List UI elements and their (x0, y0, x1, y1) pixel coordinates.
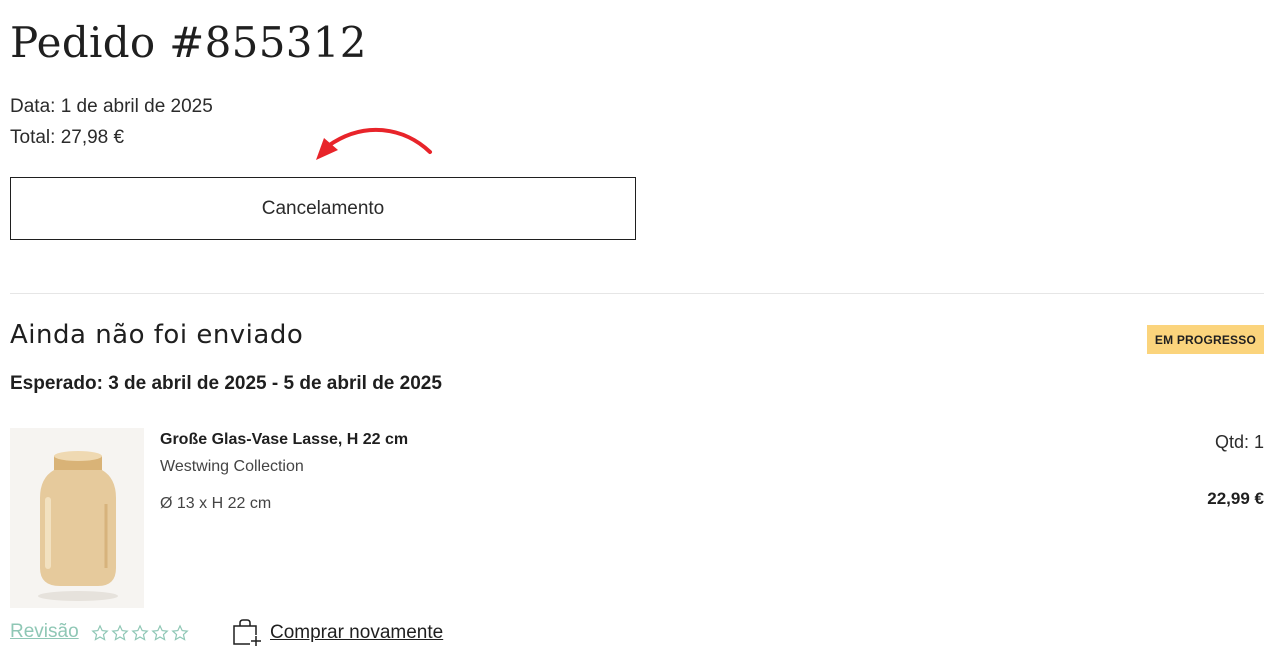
product-quantity: Qtd: 1 (1214, 432, 1264, 452)
order-total: Total: 27,98 € (10, 127, 125, 148)
bag-plus-icon (233, 619, 262, 647)
cancel-order-button[interactable]: Cancelamento (10, 177, 636, 240)
product-name[interactable]: Große Glas-Vase Lasse, H 22 cm (160, 431, 408, 449)
buy-again-button[interactable]: Comprar novamente (232, 619, 443, 647)
star-icon[interactable] (131, 624, 149, 642)
review-link[interactable]: Revisão (10, 621, 79, 643)
star-icon[interactable] (91, 624, 109, 642)
status-badge: EM PROGRESSO (1146, 325, 1264, 354)
rating-stars (91, 624, 189, 642)
buy-again-label: Comprar novamente (270, 622, 444, 643)
page-title: Pedido #855312 (10, 18, 367, 67)
section-divider (10, 293, 1264, 294)
product-brand: Westwing Collection (160, 458, 304, 475)
expected-delivery: Esperado: 3 de abril de 2025 - 5 de abri… (10, 373, 442, 394)
star-icon[interactable] (111, 624, 129, 642)
star-icon[interactable] (171, 624, 189, 642)
shipment-status-title: Ainda não foi enviado (10, 320, 304, 350)
product-price: 22,99 € (1207, 489, 1264, 508)
product-image[interactable] (10, 428, 144, 608)
order-date: Data: 1 de abril de 2025 (10, 96, 213, 117)
vase-icon (10, 428, 144, 608)
star-icon[interactable] (151, 624, 169, 642)
product-size: Ø 13 x H 22 cm (160, 495, 272, 512)
red-arrow-annotation (316, 127, 432, 160)
